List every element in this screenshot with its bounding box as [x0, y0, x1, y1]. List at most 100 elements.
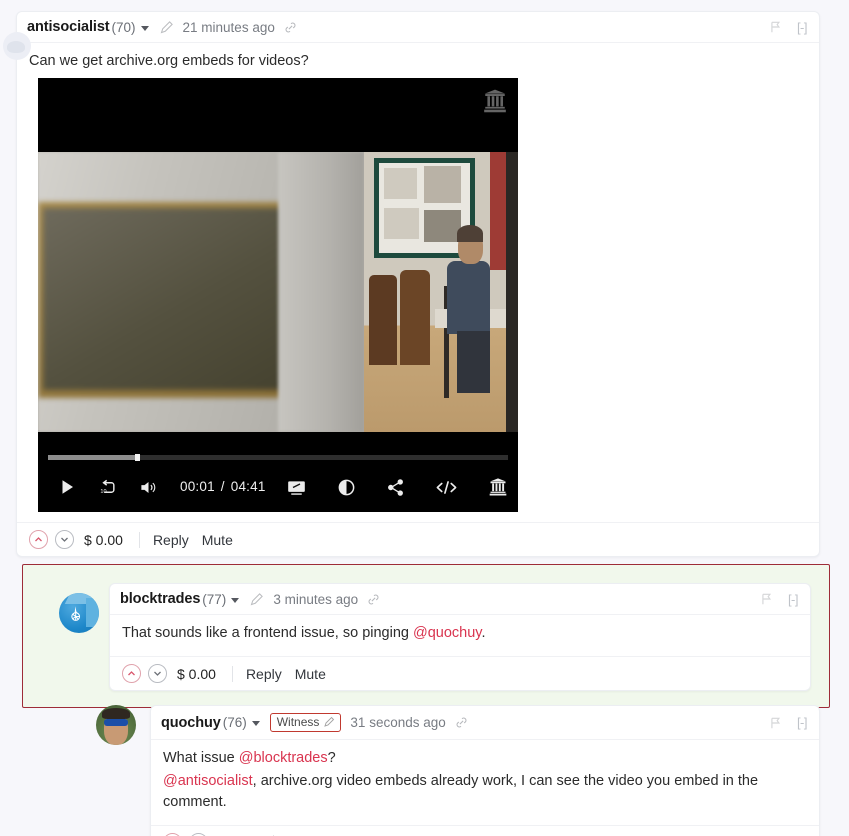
svg-text:10: 10	[100, 489, 106, 495]
embed-code-icon[interactable]	[435, 478, 458, 497]
scene-pillar	[278, 152, 365, 433]
pencil-icon	[249, 592, 264, 607]
scene-chair-a	[369, 275, 397, 365]
comment-actions: $ 0.00 Reply Mute	[110, 656, 810, 690]
video-letterbox-top	[38, 78, 518, 153]
text-suffix: .	[481, 625, 486, 641]
progress-knob[interactable]	[135, 454, 140, 462]
scene-person-hair	[456, 224, 483, 242]
author-name[interactable]: quochuy	[161, 715, 221, 731]
timestamp: 31 seconds ago	[350, 715, 446, 730]
volume-icon[interactable]	[139, 478, 158, 497]
painting-canvas	[42, 208, 288, 391]
pencil-icon	[323, 716, 335, 728]
text-prefix: What issue	[163, 750, 239, 766]
text-suffix: ?	[327, 750, 336, 766]
video-controls: 10 00:01 / 04:41	[38, 462, 518, 512]
scene-person-body	[447, 261, 491, 334]
reply-button[interactable]: Reply	[153, 532, 189, 548]
pencil-icon	[159, 20, 174, 35]
witness-badge[interactable]: Witness	[269, 713, 342, 732]
chevron-down-icon[interactable]	[251, 721, 260, 726]
author-name[interactable]: blocktrades	[120, 591, 200, 607]
time-current: 00:01	[180, 479, 215, 495]
comment-actions: $ 0.00 Reply Mute	[17, 522, 819, 556]
action-divider	[138, 531, 140, 548]
play-icon[interactable]	[58, 478, 76, 496]
chevron-down-icon[interactable]	[140, 25, 149, 31]
link-icon[interactable]	[367, 593, 380, 606]
collapse-toggle[interactable]: [-]	[797, 20, 808, 35]
collapse-toggle[interactable]: [-]	[788, 592, 799, 607]
mention-link[interactable]: @antisocialist	[163, 773, 253, 789]
upvote-button[interactable]	[29, 530, 48, 550]
scene-room	[364, 152, 518, 433]
rewind-10-icon[interactable]: 10	[98, 478, 117, 497]
downvote-button[interactable]	[148, 664, 167, 684]
comment-actions: $ 0.00 Reply Mute Edit Delete	[151, 825, 819, 836]
comment-header: quochuy (76) Witness 31 seconds ago [-]	[151, 706, 819, 740]
text-suffix: , archive.org video embeds already work,…	[163, 773, 759, 811]
comment-card-blocktrades: blocktrades (77) 3 minutes ago [-] That …	[109, 583, 811, 692]
mute-button[interactable]: Mute	[202, 532, 233, 548]
video-letterbox-bottom	[38, 432, 518, 451]
author-reputation: (76)	[222, 715, 247, 730]
mute-button[interactable]: Mute	[295, 666, 326, 682]
progress-track[interactable]	[48, 454, 508, 462]
downvote-button[interactable]	[55, 530, 74, 550]
timestamp: 21 minutes ago	[182, 19, 275, 35]
time-total: 04:41	[230, 479, 266, 495]
comment-blocktrades-highlighted: blocktrades (77) 3 minutes ago [-] That …	[22, 564, 830, 709]
picture-in-picture-icon[interactable]	[286, 477, 307, 498]
comment-body: What issue @blocktrades? @antisocialist,…	[151, 740, 819, 825]
scene-chair-b	[399, 269, 431, 365]
author-reputation: (77)	[202, 591, 227, 607]
time-separator: /	[220, 479, 225, 495]
archive-logo-icon[interactable]	[488, 477, 508, 497]
avatar-blocktrades[interactable]	[59, 593, 99, 633]
video-time-display: 00:01 / 04:41	[180, 477, 266, 497]
chevron-down-icon[interactable]	[231, 597, 240, 603]
comment-body: Can we get archive.org embeds for videos…	[17, 43, 819, 522]
author-name[interactable]: antisocialist	[27, 19, 110, 35]
author-reputation: (70)	[111, 19, 136, 35]
contrast-icon[interactable]	[337, 478, 356, 497]
flag-icon[interactable]	[769, 716, 783, 730]
comment-card-quochuy: quochuy (76) Witness 31 seconds ago [-] …	[150, 705, 820, 836]
archive-logo-icon	[482, 88, 508, 121]
upvote-button[interactable]	[122, 664, 141, 684]
avatar-quochuy[interactable]	[96, 705, 136, 745]
timestamp: 3 minutes ago	[273, 591, 359, 607]
comment-root: antisocialist (70) 21 minutes ago [-] Ca…	[3, 11, 820, 558]
payout-amount[interactable]: $ 0.00	[177, 666, 216, 682]
comment-quochuy: quochuy (76) Witness 31 seconds ago [-] …	[96, 705, 820, 836]
comment-body: That sounds like a frontend issue, so pi…	[110, 615, 810, 656]
reply-button[interactable]: Reply	[246, 666, 282, 682]
comment-header: antisocialist (70) 21 minutes ago [-]	[17, 12, 819, 43]
mention-link[interactable]: @quochuy	[413, 625, 481, 641]
witness-badge-label: Witness	[276, 715, 320, 729]
comment-header: blocktrades (77) 3 minutes ago [-]	[110, 584, 810, 615]
progress-fill	[48, 455, 140, 461]
scene-person-legs	[456, 331, 491, 393]
action-divider	[231, 665, 233, 682]
payout-amount[interactable]: $ 0.00	[84, 532, 123, 548]
text-prefix: That sounds like a frontend issue, so pi…	[122, 625, 413, 641]
flag-icon[interactable]	[769, 20, 783, 34]
comment-text: That sounds like a frontend issue, so pi…	[122, 623, 798, 644]
collapse-toggle[interactable]: [-]	[797, 715, 808, 730]
avatar-antisocialist[interactable]	[3, 32, 31, 60]
comment-text-line1: What issue @blocktrades?	[163, 748, 807, 769]
video-frame	[38, 152, 518, 433]
share-icon[interactable]	[386, 478, 405, 497]
flag-icon[interactable]	[760, 592, 774, 606]
scene-dark-edge	[505, 152, 518, 433]
link-icon[interactable]	[455, 716, 468, 729]
comment-text-line2: @antisocialist, archive.org video embeds…	[163, 771, 807, 813]
mention-link[interactable]: @blocktrades	[239, 750, 328, 766]
video-player[interactable]: 10 00:01 / 04:41	[38, 78, 518, 513]
comment-text: Can we get archive.org embeds for videos…	[29, 53, 309, 69]
link-icon[interactable]	[284, 21, 297, 34]
comment-thread-page: antisocialist (70) 21 minutes ago [-] Ca…	[0, 0, 849, 836]
video-progress[interactable]	[38, 454, 518, 462]
